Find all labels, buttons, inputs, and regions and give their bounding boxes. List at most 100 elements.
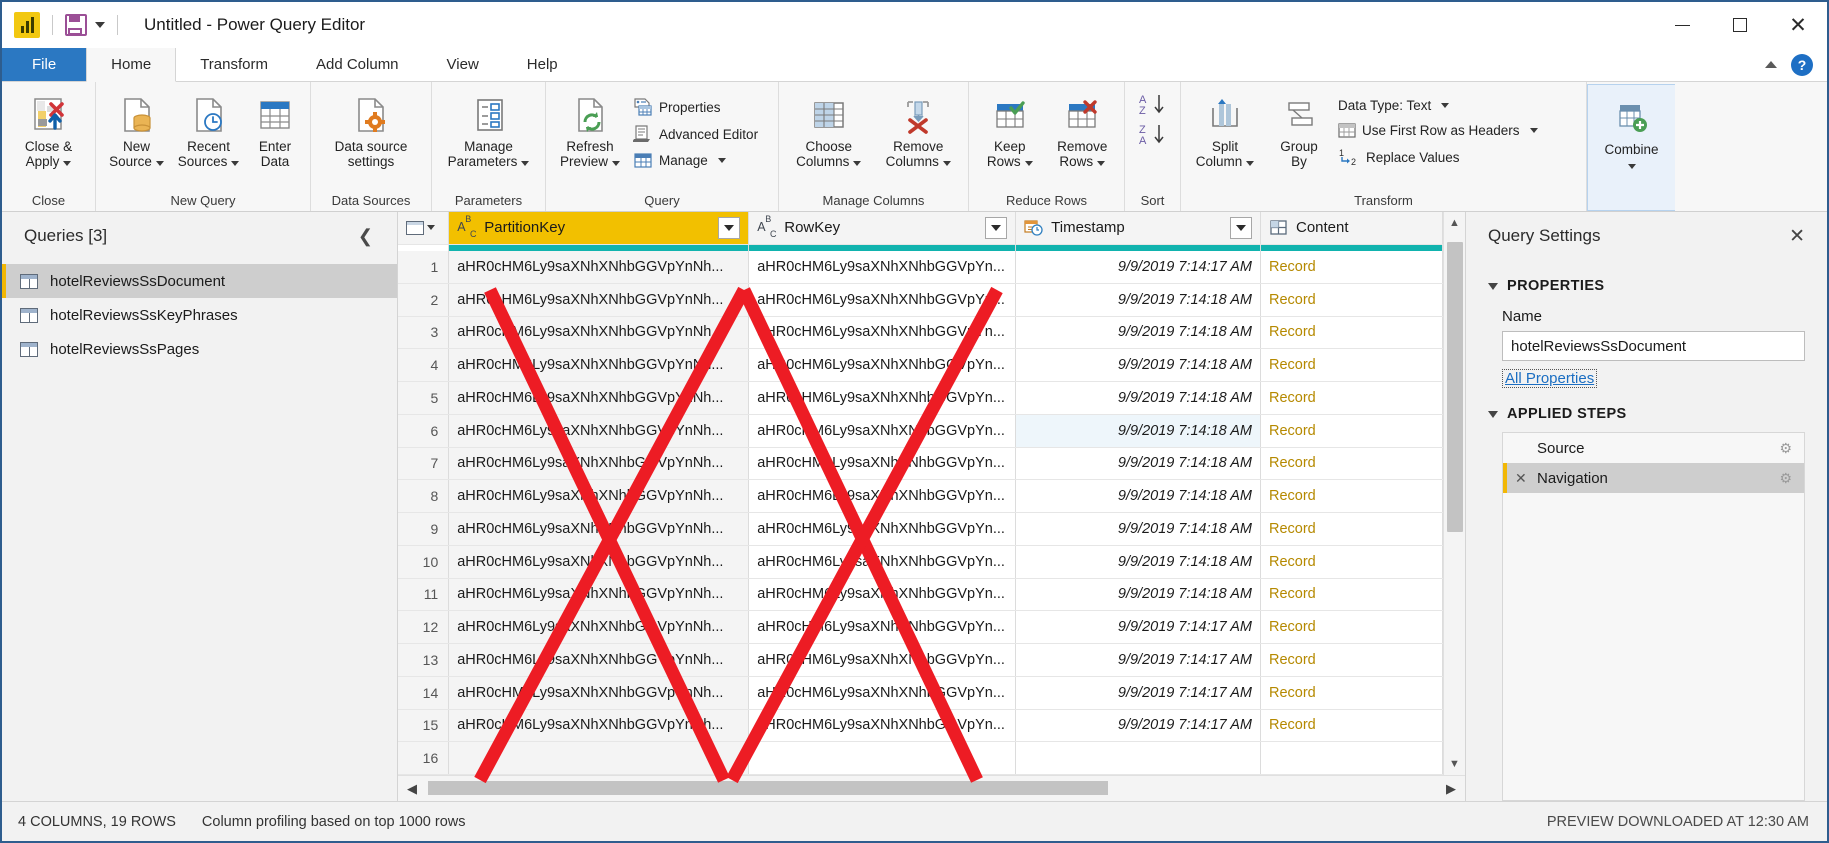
maximize-button[interactable] — [1711, 2, 1769, 48]
remove-rows-button[interactable]: Remove Rows — [1047, 88, 1118, 174]
cell-partitionkey[interactable]: aHR0cHM6Ly9saXNhXNhbGGVpYnNh... — [448, 512, 750, 546]
cell-rowkey[interactable]: aHR0cHM6Ly9saXNhXNhbGGVpYn... — [748, 348, 1017, 382]
delete-x-icon[interactable]: ✕ — [1515, 470, 1529, 487]
vertical-scroll-thumb[interactable] — [1446, 242, 1463, 532]
cell-rowkey[interactable]: aHR0cHM6Ly9saXNhXNhbGGVpYn... — [748, 414, 1017, 448]
cell-partitionkey[interactable] — [448, 741, 750, 775]
advanced-editor-button[interactable]: Advanced Editor — [630, 121, 765, 147]
manage-query-button[interactable]: Manage — [630, 148, 765, 173]
cell-rowkey[interactable]: aHR0cHM6Ly9saXNhXNhbGGVpYn... — [748, 643, 1017, 677]
cell-timestamp[interactable]: 9/9/2019 7:14:18 AM — [1015, 545, 1261, 579]
scroll-left-arrow-icon[interactable]: ◀ — [398, 781, 426, 797]
cell-partitionkey[interactable]: aHR0cHM6Ly9saXNhXNhbGGVpYnNh... — [448, 414, 750, 448]
cell-partitionkey[interactable]: aHR0cHM6Ly9saXNhXNhbGGVpYnNh... — [448, 610, 750, 644]
minimize-button[interactable] — [1653, 2, 1711, 48]
table-row[interactable]: 14 aHR0cHM6Ly9saXNhXNhbGGVpYnNh... aHR0cHM… — [398, 676, 1444, 710]
recent-sources-button[interactable]: Recent Sources — [173, 88, 244, 174]
enter-data-button[interactable]: Enter Data — [246, 88, 304, 174]
cell-timestamp[interactable]: 9/9/2019 7:14:18 AM — [1015, 578, 1261, 612]
properties-section-header[interactable]: PROPERTIES — [1488, 278, 1805, 294]
cell-rowkey[interactable]: aHR0cHM6Ly9saXNhXNhbGGVpYn... — [748, 578, 1017, 612]
chevron-down-icon[interactable] — [612, 161, 620, 166]
column-header-partitionkey[interactable]: ABC PartitionKey — [448, 212, 750, 245]
cell-content[interactable]: Record — [1260, 578, 1444, 612]
save-icon[interactable] — [65, 14, 87, 36]
cell-partitionkey[interactable]: aHR0cHM6Ly9saXNhXNhbGGVpYnNh... — [448, 709, 750, 743]
filter-dropdown-icon-rowkey[interactable] — [985, 216, 1008, 239]
tab-file[interactable]: File — [2, 48, 87, 81]
cell-timestamp[interactable]: 9/9/2019 7:14:17 AM — [1015, 610, 1261, 644]
chevron-down-icon[interactable] — [717, 158, 726, 163]
cell-partitionkey[interactable]: aHR0cHM6Ly9saXNhXNhbGGVpYnNh... — [448, 348, 750, 382]
cell-content[interactable]: Record — [1260, 479, 1444, 513]
cell-timestamp[interactable]: 9/9/2019 7:14:18 AM — [1015, 479, 1261, 513]
cell-partitionkey[interactable]: aHR0cHM6Ly9saXNhXNhbGGVpYnNh... — [448, 381, 750, 415]
query-item-hotelreviewssspages[interactable]: hotelReviewsSsPages — [2, 332, 397, 366]
applied-steps-section-header[interactable]: APPLIED STEPS — [1488, 406, 1805, 422]
filter-dropdown-icon-partitionkey[interactable] — [718, 216, 741, 239]
cell-content[interactable]: Record — [1260, 447, 1444, 481]
query-item-hotelreviewssskeyphrases[interactable]: hotelReviewsSsKeyPhrases — [2, 298, 397, 332]
cell-rowkey[interactable]: aHR0cHM6Ly9saXNhXNhbGGVpYn... — [748, 447, 1017, 481]
column-header-timestamp[interactable]: Timestamp — [1015, 212, 1261, 245]
cell-partitionkey[interactable]: aHR0cHM6Ly9saXNhXNhbGGVpYnNh... — [448, 283, 750, 317]
cell-partitionkey[interactable]: aHR0cHM6Ly9saXNhXNhbGGVpYnNh... — [448, 479, 750, 513]
chevron-down-icon[interactable] — [1627, 164, 1636, 169]
keep-rows-button[interactable]: Keep Rows — [975, 88, 1045, 174]
cell-timestamp[interactable]: 9/9/2019 7:14:17 AM — [1015, 250, 1261, 284]
chevron-down-icon[interactable] — [155, 161, 164, 166]
collapse-queries-pane-chevron-left-icon[interactable]: ❮ — [352, 224, 379, 249]
cell-partitionkey[interactable]: aHR0cHM6Ly9saXNhXNhbGGVpYnNh... — [448, 447, 750, 481]
properties-button[interactable]: Properties — [630, 94, 765, 120]
cell-content[interactable]: Record — [1260, 414, 1444, 448]
vertical-scroll-track[interactable] — [1444, 234, 1466, 753]
table-row[interactable]: 3 aHR0cHM6Ly9saXNhXNhbGGVpYnNh... aHR0cHM6… — [398, 316, 1444, 350]
data-source-settings-button[interactable]: Data source settings — [319, 88, 423, 174]
cell-rowkey[interactable]: aHR0cHM6Ly9saXNhXNhbGGVpYn... — [748, 479, 1017, 513]
table-row[interactable]: 16 — [398, 741, 1444, 775]
manage-parameters-button[interactable]: Manage Parameters — [443, 88, 535, 174]
close-query-settings-icon[interactable]: ✕ — [1789, 225, 1805, 248]
chevron-down-icon[interactable] — [942, 161, 951, 166]
sort-descending-button[interactable]: Z A — [1136, 122, 1170, 146]
cell-content[interactable]: Record — [1260, 512, 1444, 546]
cell-partitionkey[interactable]: aHR0cHM6Ly9saXNhXNhbGGVpYnNh... — [448, 643, 750, 677]
cell-rowkey[interactable]: aHR0cHM6Ly9saXNhXNhbGGVpYn... — [748, 381, 1017, 415]
table-row[interactable]: 2 aHR0cHM6Ly9saXNhXNhbGGVpYnNh... aHR0cHM6… — [398, 283, 1444, 317]
column-header-content[interactable]: Content — [1260, 212, 1444, 245]
data-type-dropdown[interactable]: Data Type: Text — [1335, 94, 1545, 117]
chevron-down-icon[interactable] — [63, 161, 72, 166]
help-question-icon[interactable]: ? — [1791, 53, 1813, 76]
cell-content[interactable]: Record — [1260, 676, 1444, 710]
table-row[interactable]: 10 aHR0cHM6Ly9saXNhXNhbGGVpYnNh... aHR0cHM… — [398, 545, 1444, 579]
cell-content[interactable]: Record — [1260, 610, 1444, 644]
select-all-header[interactable] — [398, 212, 450, 245]
chevron-down-icon[interactable] — [1246, 161, 1255, 166]
scroll-down-arrow-icon[interactable]: ▼ — [1444, 753, 1466, 775]
tab-add-column[interactable]: Add Column — [292, 48, 423, 81]
quick-access-chevron-down-icon[interactable] — [95, 22, 105, 28]
split-column-button[interactable]: Split Column — [1187, 88, 1263, 174]
cell-rowkey[interactable]: aHR0cHM6Ly9saXNhXNhbGGVpYn... — [748, 676, 1017, 710]
collapse-ribbon-chevron-up-icon[interactable] — [1765, 61, 1777, 68]
table-row[interactable]: 11 aHR0cHM6Ly9saXNhXNhbGGVpYnNh... aHR0cHM… — [398, 578, 1444, 612]
cell-rowkey[interactable]: aHR0cHM6Ly9saXNhXNhbGGVpYn... — [748, 610, 1017, 644]
cell-timestamp[interactable]: 9/9/2019 7:14:18 AM — [1015, 447, 1261, 481]
table-row[interactable]: 6 aHR0cHM6Ly9saXNhXNhbGGVpYnNh... aHR0cHM6… — [398, 414, 1444, 448]
combine-button[interactable]: Combine — [1594, 91, 1669, 177]
cell-content[interactable]: Record — [1260, 348, 1444, 382]
cell-partitionkey[interactable]: aHR0cHM6Ly9saXNhXNhbGGVpYnNh... — [448, 545, 750, 579]
scroll-up-arrow-icon[interactable]: ▲ — [1444, 212, 1466, 234]
group-by-button[interactable]: Group By — [1265, 88, 1333, 174]
cell-content[interactable]: Record — [1260, 643, 1444, 677]
tab-help[interactable]: Help — [503, 48, 582, 81]
applied-step-navigation[interactable]: ✕ Navigation ⚙ — [1503, 463, 1804, 493]
table-row[interactable]: 1 aHR0cHM6Ly9saXNhXNhbGGVpYnNh... aHR0cHM6… — [398, 250, 1444, 284]
column-header-rowkey[interactable]: ABC RowKey — [748, 212, 1017, 245]
choose-columns-button[interactable]: Choose Columns — [785, 88, 873, 174]
close-and-apply-button[interactable]: Close & Apply — [8, 88, 89, 174]
cell-timestamp[interactable]: 9/9/2019 7:14:18 AM — [1015, 414, 1261, 448]
cell-rowkey[interactable]: aHR0cHM6Ly9saXNhXNhbGGVpYn... — [748, 283, 1017, 317]
cell-partitionkey[interactable]: aHR0cHM6Ly9saXNhXNhbGGVpYnNh... — [448, 578, 750, 612]
table-row[interactable]: 8 aHR0cHM6Ly9saXNhXNhbGGVpYnNh... aHR0cHM6… — [398, 479, 1444, 513]
